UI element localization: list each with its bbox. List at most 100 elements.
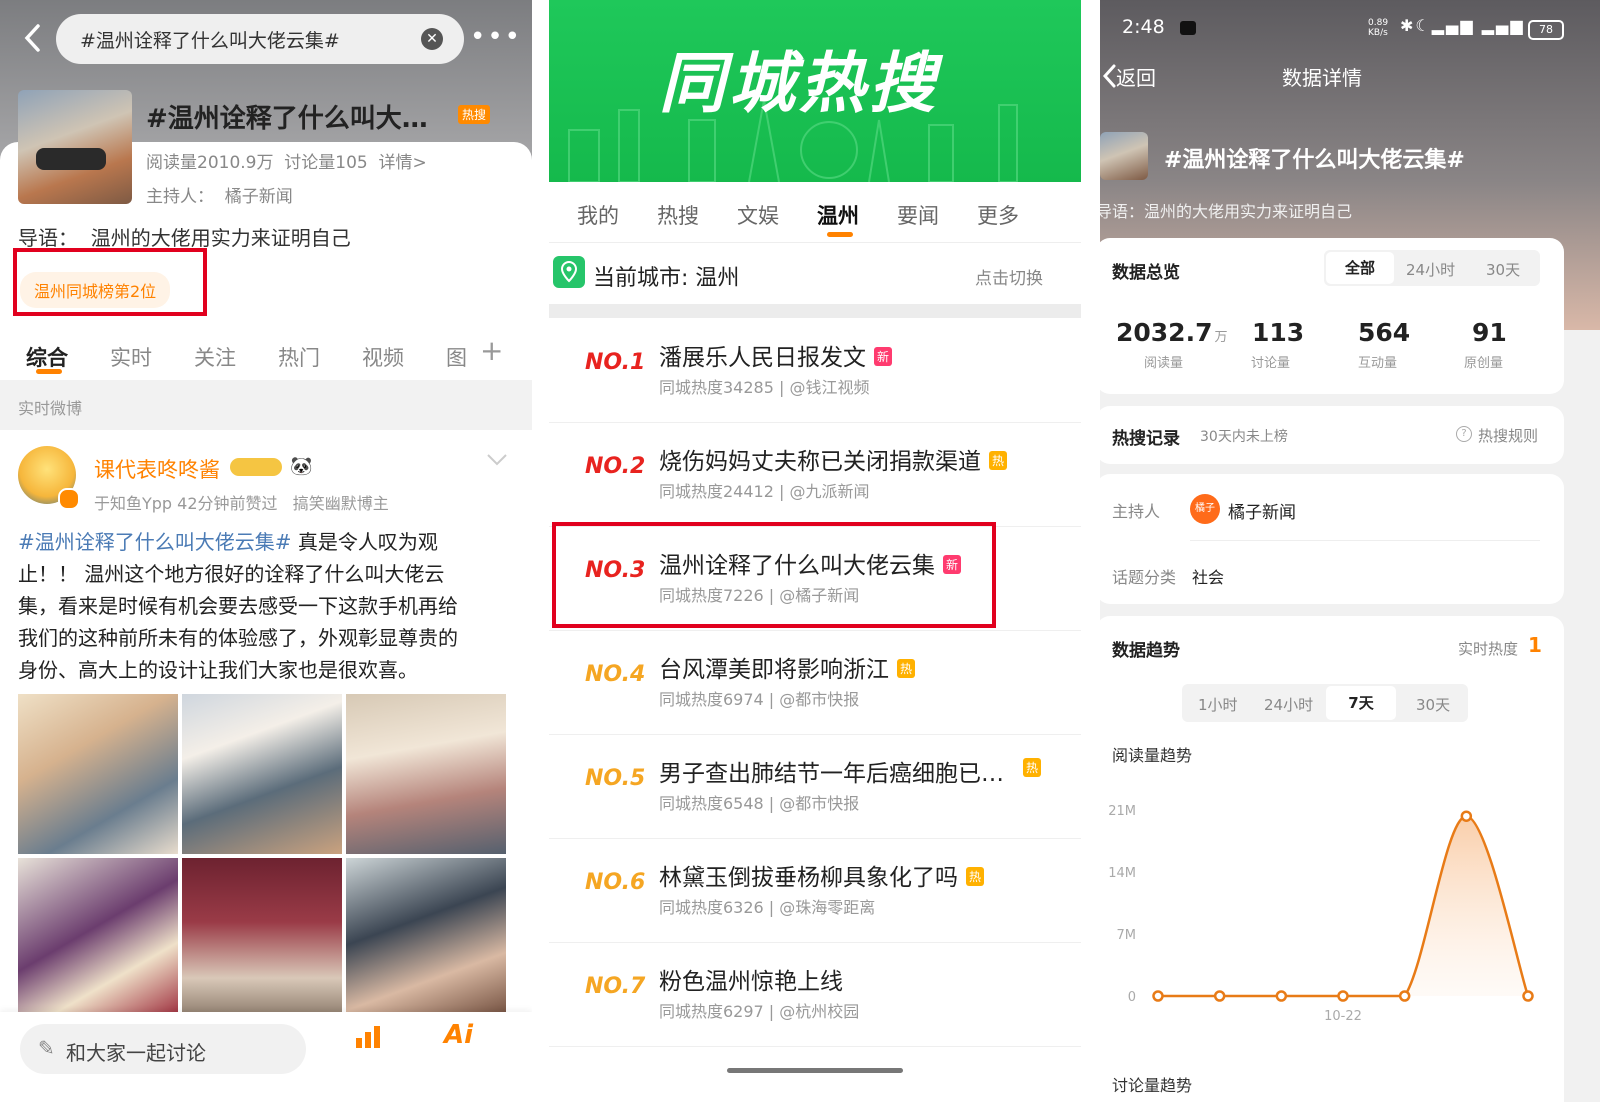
post-hashtag[interactable]: #温州诠释了什么叫大佬云集# xyxy=(18,530,292,554)
panda-icon: 🐼 xyxy=(290,456,313,477)
ai-icon[interactable]: Ai xyxy=(444,1020,473,1050)
stat-read: 2032.7 万 xyxy=(1116,318,1228,347)
switch-city-link[interactable]: 点击切换 xyxy=(975,264,1043,289)
hot-badge: 热搜 xyxy=(458,105,491,124)
search-input[interactable]: #温州诠释了什么叫大佬云集# ✕ xyxy=(56,14,464,64)
back-label: 返回 xyxy=(1116,66,1156,90)
hot-item[interactable]: NO.6 林黛玉倒拔垂杨柳具象化了吗热 同城热度6326 | @珠海零距离 xyxy=(549,838,1081,943)
post-photo[interactable] xyxy=(346,858,506,1018)
stats-icon[interactable] xyxy=(354,1024,382,1054)
tab-video[interactable]: 视频 xyxy=(362,342,404,372)
hot-badge: 热 xyxy=(966,867,985,886)
tab-image[interactable]: 图 xyxy=(446,342,467,372)
notification-icon xyxy=(1180,21,1196,35)
more-icon[interactable]: ••• xyxy=(470,22,522,52)
topic-title: #温州诠释了什么叫大佬云集# xyxy=(1164,148,1465,173)
info-card: 主持人 橘子 橘子新闻 话题分类 社会 xyxy=(1100,474,1564,604)
stat-label: 讨论量 xyxy=(1251,356,1291,371)
y-tick-label: 7M xyxy=(1117,928,1137,943)
tab-wenzhou[interactable]: 温州 xyxy=(817,200,859,230)
host-avatar[interactable]: 橘子 xyxy=(1190,494,1220,524)
tab-hot-search[interactable]: 热搜 xyxy=(657,200,699,230)
tab-realtime[interactable]: 实时 xyxy=(110,342,152,372)
post-photo[interactable] xyxy=(346,694,506,854)
tab-more[interactable]: 更多 xyxy=(977,200,1019,230)
range-all[interactable]: 全部 xyxy=(1326,252,1394,284)
range-30d[interactable]: 30天 xyxy=(1486,259,1520,280)
data-detail-panel: 2:48 0.89 KB/s ✱☾▂▄▆ ▂▄▆ 78 返回 数据详情 #温州诠… xyxy=(1100,0,1600,1102)
topic-intro: 导语：温州的大佬用实力来证明自己 xyxy=(1100,202,1353,221)
post-photo[interactable] xyxy=(182,694,342,854)
search-text: #温州诠释了什么叫大佬云集# xyxy=(80,30,340,52)
tab-news[interactable]: 要闻 xyxy=(897,200,939,230)
status-time: 2:48 xyxy=(1122,16,1165,38)
section-bar: 实时微博 xyxy=(0,380,532,430)
tab-comprehensive[interactable]: 综合 xyxy=(26,342,68,372)
vip-badge-icon xyxy=(230,458,282,476)
hot-rules-link[interactable]: 热搜规则 xyxy=(1478,425,1538,446)
rank-label: NO.7 xyxy=(585,974,646,999)
hot-badge: 热 xyxy=(897,659,916,678)
tab-mine[interactable]: 我的 xyxy=(577,200,619,230)
add-tab-icon[interactable]: + xyxy=(480,334,503,367)
comment-input[interactable]: ✎ 和大家一起讨论 xyxy=(20,1024,306,1074)
trend-card: 数据趋势 实时热度 1 1小时 24小时 7天 30天 阅读量趋势 21M 14M… xyxy=(1100,616,1564,1102)
item-title: 男子查出肺结节一年后癌细胞已… xyxy=(659,761,1004,787)
range-24h[interactable]: 24小时 xyxy=(1406,259,1455,280)
hot-record-card: 热搜记录 30天内未上榜 ? 热搜规则 xyxy=(1100,406,1564,464)
realtime-heat-label: 实时热度 xyxy=(1458,640,1519,658)
trend-range-selector: 1小时 24小时 7天 30天 xyxy=(1182,684,1468,722)
item-sub: 同城热度24412 | @九派新闻 xyxy=(659,482,870,501)
topic-intro: 导语： 温州的大佬用实力来证明自己 xyxy=(18,226,351,250)
y-tick-label: 0 xyxy=(1128,990,1136,1005)
expand-chevron-icon[interactable] xyxy=(486,452,508,471)
topic-stats[interactable]: 阅读量2010.9万 讨论量105 详情> xyxy=(146,148,427,173)
topic-title: #温州诠释了什么叫大佬… xyxy=(146,104,452,134)
post-line-5: 身份、高大上的设计让我们大家也是很欢喜。 xyxy=(18,658,418,682)
post-photo[interactable] xyxy=(182,858,342,1018)
hot-item[interactable]: NO.2 烧伤妈妈丈夫称已关闭捐款渠道热 同城热度24412 | @九派新闻 xyxy=(549,422,1081,527)
divider xyxy=(549,242,1081,243)
tab-follow[interactable]: 关注 xyxy=(194,342,236,372)
back-button[interactable]: 返回 xyxy=(1100,58,1180,94)
tab-hot[interactable]: 热门 xyxy=(278,342,320,372)
item-title: 烧伤妈妈丈夫称已关闭捐款渠道热 xyxy=(659,442,1008,476)
item-title: 台风潭美即将影响浙江热 xyxy=(659,650,916,684)
trend-range-7d[interactable]: 7天 xyxy=(1326,686,1396,720)
overview-card: 数据总览 全部 24小时 30天 2032.7 万 阅读量 113 讨论量 564… xyxy=(1100,238,1564,394)
hot-item[interactable]: NO.7 粉色温州惊艳上线 同城热度6297 | @杭州校园 xyxy=(549,942,1081,1047)
hot-item[interactable]: NO.4 台风潭美即将影响浙江热 同城热度6974 | @都市快报 xyxy=(549,630,1081,735)
home-indicator xyxy=(727,1068,903,1073)
stat-value: 91 xyxy=(1472,318,1507,347)
highlight-box xyxy=(552,522,996,628)
rank-label: NO.1 xyxy=(585,350,646,375)
stat-value: 113 xyxy=(1252,318,1305,347)
trend-range-30d[interactable]: 30天 xyxy=(1416,694,1450,715)
section-title: 实时微博 xyxy=(18,399,83,418)
item-title: 潘展乐人民日报发文新 xyxy=(659,338,893,372)
rank-label: NO.5 xyxy=(585,766,646,791)
tab-entertainment[interactable]: 文娱 xyxy=(737,200,779,230)
gray-separator xyxy=(549,304,1081,318)
chart-title: 阅读量趋势 xyxy=(1112,746,1193,765)
hot-item[interactable]: NO.1 潘展乐人民日报发文新 同城热度34285 | @钱江视频 xyxy=(549,318,1081,423)
hot-item[interactable]: NO.5 男子查出肺结节一年后癌细胞已… 热 同城热度6548 | @都市快报 xyxy=(549,734,1081,839)
trend-range-1h[interactable]: 1小时 xyxy=(1198,694,1238,715)
clear-icon[interactable]: ✕ xyxy=(421,28,443,50)
rank-chip[interactable]: 温州同城榜第2位 xyxy=(20,272,171,308)
post-photo[interactable] xyxy=(18,694,178,854)
realtime-heat-value: 1 xyxy=(1528,633,1542,657)
trend-range-24h[interactable]: 24小时 xyxy=(1264,694,1313,715)
post-photo[interactable] xyxy=(18,858,178,1018)
host-value[interactable]: 橘子新闻 xyxy=(1228,498,1296,523)
back-icon[interactable] xyxy=(18,20,50,56)
post-username[interactable]: 课代表咚咚酱 xyxy=(94,454,220,484)
stat-unit: 万 xyxy=(1214,330,1228,345)
pencil-icon: ✎ xyxy=(38,1036,55,1060)
item-sub: 同城热度6548 | @都市快报 xyxy=(659,794,860,813)
stat-label: 互动量 xyxy=(1358,356,1398,371)
item-sub: 同城热度34285 | @钱江视频 xyxy=(659,378,870,397)
post-line-4: 我们的这种前所未有的体验感了，外观彰显尊贵的 xyxy=(18,626,458,650)
rank-label: NO.4 xyxy=(585,662,646,687)
comment-placeholder: 和大家一起讨论 xyxy=(66,1041,206,1065)
